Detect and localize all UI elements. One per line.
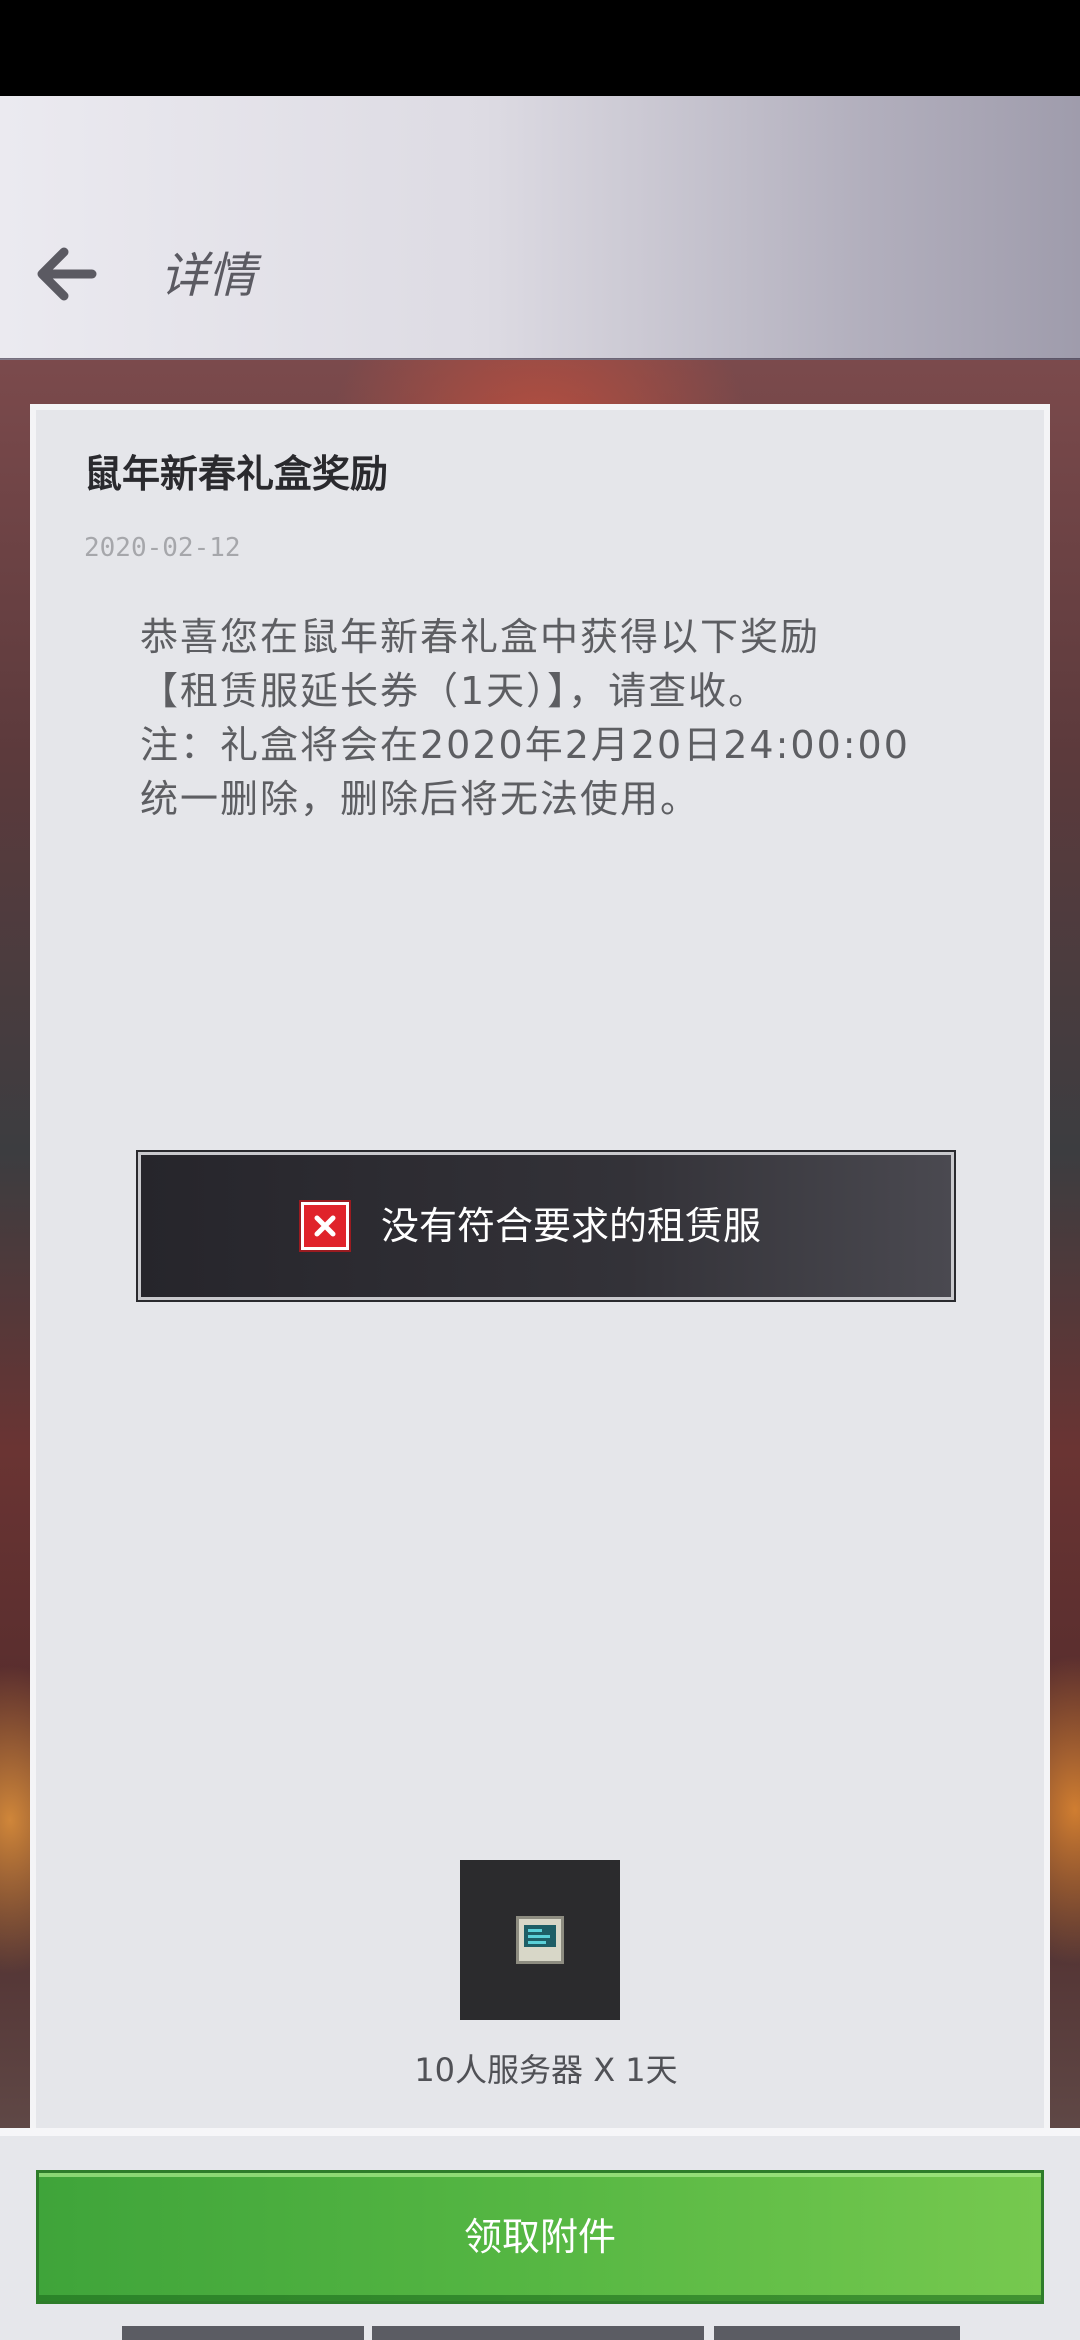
back-button[interactable]	[26, 236, 106, 316]
mail-detail-card: 鼠年新春礼盒奖励 2020-02-12 恭喜您在鼠年新春礼盒中获得以下奖励 【租…	[30, 404, 1050, 2128]
mail-body: 恭喜您在鼠年新春礼盒中获得以下奖励 【租赁服延长券（1天）】，请查收。 注：礼盒…	[140, 610, 1000, 826]
mail-date: 2020-02-12	[84, 533, 241, 563]
attachment-item[interactable]	[460, 1860, 620, 2020]
mail-title: 鼠年新春礼盒奖励	[84, 452, 389, 496]
status-bar	[0, 0, 1080, 96]
bottom-tab-strip	[0, 2326, 1080, 2340]
top-app-bar	[0, 96, 1080, 360]
claim-button-label: 领取附件	[463, 2215, 616, 2259]
mail-body-line: 注：礼盒将会在2020年2月20日24:00:00	[140, 723, 910, 767]
toast-message: 没有符合要求的租赁服	[380, 1204, 761, 1248]
error-toast: 没有符合要求的租赁服	[136, 1150, 956, 1302]
page-title: 详情	[160, 248, 257, 304]
bottom-tab	[714, 2326, 960, 2340]
claim-attachment-button[interactable]: 领取附件	[36, 2170, 1044, 2304]
server-icon	[516, 1916, 564, 1964]
arrow-left-icon	[34, 246, 98, 306]
error-x-icon	[298, 1200, 351, 1252]
bottom-tab	[372, 2326, 704, 2340]
bottom-tab	[122, 2326, 364, 2340]
mail-body-line: 【租赁服延长券（1天）】，请查收。	[140, 669, 769, 713]
mail-body-line: 统一删除，删除后将无法使用。	[140, 777, 701, 821]
attachment-label: 10人服务器 X 1天	[414, 2051, 678, 2089]
mail-body-line: 恭喜您在鼠年新春礼盒中获得以下奖励	[140, 615, 821, 659]
